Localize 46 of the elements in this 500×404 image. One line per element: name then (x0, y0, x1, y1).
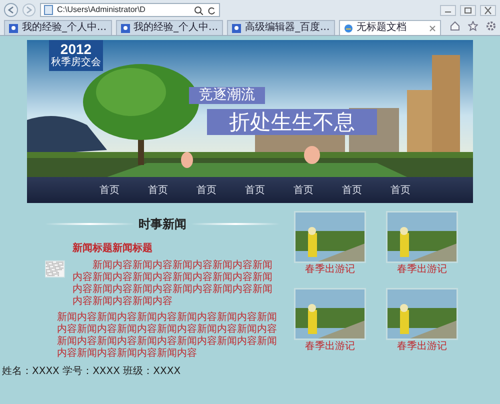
minimize-button[interactable] (440, 4, 456, 16)
tab-label: 高级编辑器_百度... (245, 21, 330, 35)
tab-label: 我的经验_个人中... (22, 21, 107, 35)
photo-caption[interactable]: 春季出游记 (397, 263, 447, 276)
tab-label: 无标题文档 (356, 21, 407, 35)
refresh-icon[interactable] (207, 6, 216, 14)
back-button[interactable] (4, 3, 18, 17)
photo-caption[interactable]: 春季出游记 (305, 340, 355, 352)
nav-link[interactable]: 首页 (85, 182, 134, 198)
section-heading: 时事新闻 (138, 216, 186, 233)
browser-tab[interactable]: 无标题文档 (338, 20, 441, 35)
banner-slogan: 竞逐潮流 (189, 87, 265, 104)
tab-label: 我的经验_个人中... (134, 21, 218, 35)
nav-link[interactable]: 首页 (328, 182, 376, 198)
maximize-button[interactable] (460, 4, 476, 16)
home-icon[interactable] (450, 21, 460, 31)
photo-placeholder (386, 211, 458, 263)
close-button[interactable] (480, 4, 496, 16)
page-icon (44, 5, 53, 15)
browser-tab[interactable]: 我的经验_个人中... (116, 20, 224, 35)
news-title[interactable]: 新闻标题新闻标题 (72, 241, 280, 256)
browser-tab[interactable]: 我的经验_个人中... (4, 20, 112, 35)
nav-link[interactable]: 首页 (230, 182, 279, 198)
nav-link[interactable]: 首页 (134, 182, 182, 198)
photo-caption[interactable]: 春季出游记 (397, 340, 447, 352)
close-icon[interactable] (428, 24, 436, 32)
photo-placeholder (294, 288, 366, 340)
photo-placeholder (294, 211, 366, 263)
badge-text: 秋季房交会 (50, 57, 102, 68)
search-icon[interactable] (194, 6, 203, 14)
student-info: 姓名：XXXX 学号：XXXX 班级：XXXX (1, 364, 182, 379)
photo-placeholder (386, 288, 458, 340)
photo-caption[interactable]: 春季出游记 (305, 263, 355, 276)
browser-tab[interactable]: 高级编辑器_百度... (227, 20, 335, 35)
address-bar[interactable]: C:\Users\Administrator\D (40, 3, 220, 17)
badge-year: 2012 (60, 42, 93, 57)
address-text: C:\Users\Administrator\D (57, 4, 146, 16)
nav-link[interactable]: 首页 (376, 182, 424, 198)
browser-logo-icon (344, 24, 353, 32)
nav-link[interactable]: 首页 (182, 182, 230, 198)
banner-slogan: 折处生生不息 (207, 109, 377, 135)
news-paragraph: 新闻内容新闻内容新闻内容新闻内容新闻内容新闻内容新闻内容新闻内容新闻内容新闻内容新闻内容新闻内容新闻内容新闻内容新闻内容新闻内容新闻内容 (72, 260, 274, 308)
star-icon[interactable] (468, 21, 478, 31)
nav-link[interactable]: 首页 (279, 182, 328, 198)
settings-icon[interactable] (486, 21, 496, 31)
news-paragraph: 新闻内容新闻内容新闻内容新闻内容新闻内容新闻内容新闻内容新闻内容新闻内容新闻内容新闻内容新闻内容新闻内容新闻内容新闻内容新闻内容新闻内容新闻内容新闻内容新闻内容 (56, 312, 278, 360)
